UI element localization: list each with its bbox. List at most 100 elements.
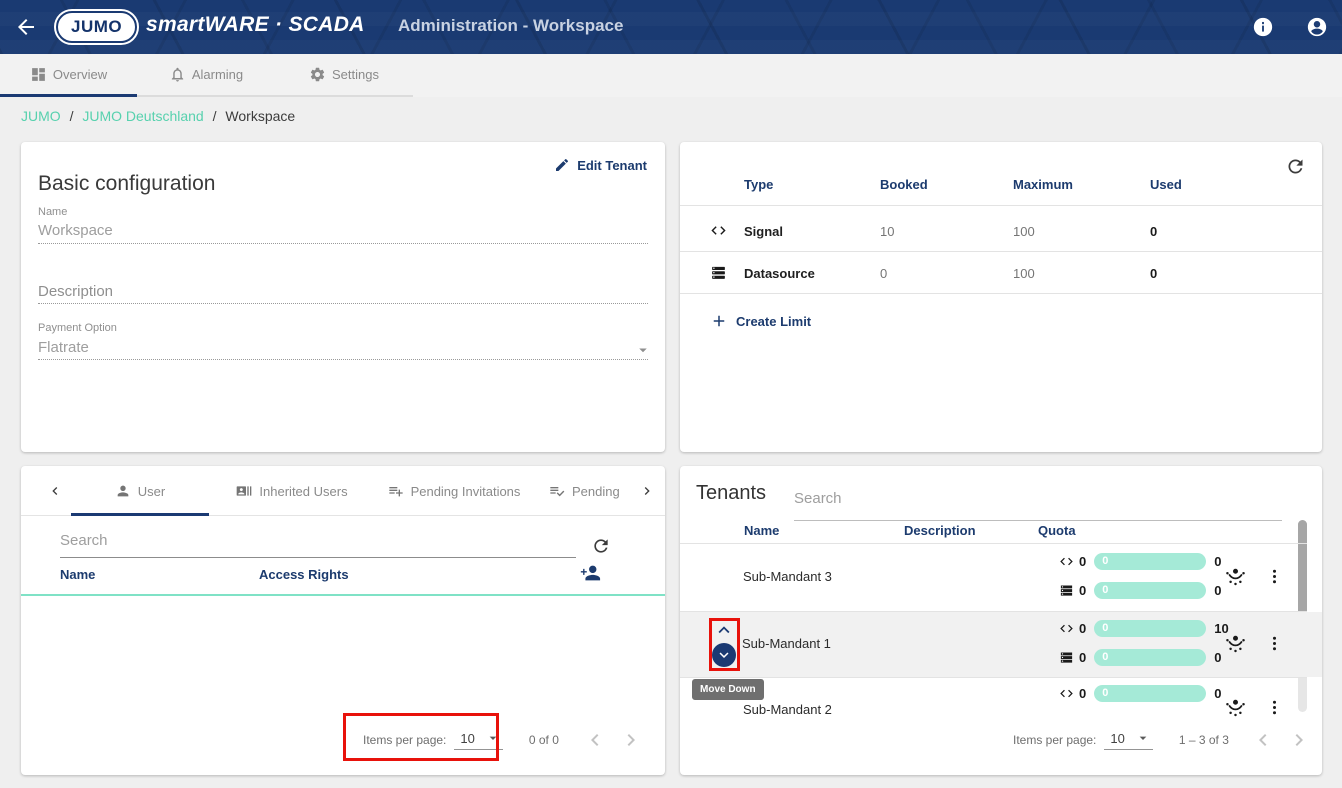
search-underline (60, 557, 576, 558)
manage-users-icon[interactable] (1224, 632, 1247, 655)
limit-maximum: 100 (1013, 266, 1035, 281)
playlist-add-icon (388, 483, 404, 499)
account-icon[interactable] (1306, 16, 1328, 38)
more-vert-icon[interactable] (1265, 634, 1284, 653)
users-paginator: Items per page: 10 0 of 0 (363, 728, 643, 752)
code-icon (1059, 621, 1074, 636)
page-next-icon[interactable] (619, 728, 643, 752)
breadcrumb-separator: / (70, 108, 74, 124)
back-icon[interactable] (14, 15, 38, 39)
person-icon (115, 483, 131, 499)
datasource-icon (1059, 583, 1074, 598)
quota-datasource-line: 0 0 0 (1059, 582, 1221, 599)
users-header-teal-line (21, 594, 665, 596)
breadcrumb-jumo[interactable]: JUMO (21, 108, 61, 124)
edit-tenant-label: Edit Tenant (577, 158, 647, 173)
quota-signal-line: 0 0 0 (1059, 685, 1221, 702)
bell-icon (169, 66, 186, 83)
quota-bar: 0 (1094, 620, 1206, 637)
tab-overview[interactable]: Overview (0, 54, 137, 95)
page-prev-icon[interactable] (1251, 728, 1275, 752)
pencil-icon (554, 157, 570, 173)
signal-code-icon (710, 222, 727, 239)
payment-dropdown-caret-icon[interactable] (634, 341, 652, 359)
create-limit-label: Create Limit (736, 314, 811, 329)
users-page-range: 0 of 0 (529, 733, 559, 747)
tab-settings[interactable]: Settings (275, 54, 413, 95)
tab-alarming[interactable]: Alarming (137, 54, 275, 95)
tenants-title: Tenants (696, 482, 766, 505)
code-icon (1059, 686, 1074, 701)
tab-pending-label: Pending (572, 484, 620, 499)
tenants-col-quota: Quota (1038, 523, 1076, 538)
app-bar: JUMO smartWARE · SCADA Administration - … (0, 0, 1342, 54)
tabs-scroll-right-icon[interactable] (639, 483, 655, 499)
create-limit-button[interactable]: Create Limit (710, 312, 811, 330)
edit-tenant-button[interactable]: Edit Tenant (554, 157, 647, 173)
divider (680, 543, 1307, 544)
page-prev-icon[interactable] (583, 728, 607, 752)
limits-col-maximum: Maximum (1013, 177, 1073, 192)
add-user-icon[interactable] (579, 562, 601, 584)
quota-bar: 0 (1094, 649, 1206, 666)
tabs-scroll-left-icon[interactable] (47, 483, 63, 499)
manage-users-icon[interactable] (1224, 565, 1247, 588)
limit-used: 0 (1150, 224, 1157, 239)
select-caret-icon (485, 730, 501, 746)
name-field-value[interactable]: Workspace (38, 222, 113, 239)
active-user-tab-indicator (71, 513, 209, 516)
datasource-icon (1059, 650, 1074, 665)
info-icon[interactable] (1252, 16, 1274, 38)
tenants-card: Tenants Name Description Quota Sub-Manda… (680, 466, 1322, 775)
items-per-page-label: Items per page: (363, 733, 446, 747)
items-per-page-label: Items per page: (1013, 733, 1096, 747)
tab-inherited-users[interactable]: Inherited Users (217, 466, 367, 516)
tab-overview-label: Overview (53, 67, 107, 82)
tab-pending[interactable]: Pending (549, 466, 639, 516)
tenants-search-input[interactable] (794, 490, 1234, 507)
users-card: User Inherited Users Pending Invitations… (21, 466, 665, 775)
items-per-page-select[interactable]: 10 (1104, 730, 1152, 750)
breadcrumb: JUMO / JUMO Deutschland / Workspace (21, 108, 295, 124)
limits-card: Type Booked Maximum Used Signal 10 100 0… (680, 142, 1322, 452)
breadcrumb-current: Workspace (225, 108, 295, 124)
inherited-users-icon (236, 483, 252, 499)
tab-user[interactable]: User (71, 466, 209, 516)
more-vert-icon[interactable] (1265, 567, 1284, 586)
move-down-button[interactable] (712, 643, 736, 667)
basic-config-title: Basic configuration (38, 172, 215, 196)
refresh-icon[interactable] (1285, 156, 1306, 177)
tenant-row-clipped: Sub-Mandant 2 0 0 0 (680, 678, 1322, 718)
quota-signal-line: 0 0 0 (1059, 553, 1221, 570)
manage-users-icon[interactable] (1224, 696, 1247, 718)
tenants-page-range: 1 – 3 of 3 (1179, 733, 1229, 747)
limits-col-used: Used (1150, 177, 1182, 192)
items-per-page-select[interactable]: 10 (454, 730, 502, 750)
page-next-icon[interactable] (1287, 728, 1311, 752)
divider (680, 205, 1322, 206)
tenants-col-description: Description (904, 523, 976, 538)
tenants-paginator: Items per page: 10 1 – 3 of 3 (1013, 728, 1311, 752)
tab-pending-invitations[interactable]: Pending Invitations (373, 466, 535, 516)
playlist-check-icon (549, 483, 565, 499)
quota-bar: 0 (1094, 685, 1206, 702)
description-field-label[interactable]: Description (38, 283, 113, 300)
datasource-icon (710, 264, 727, 281)
users-col-name: Name (60, 567, 95, 582)
more-vert-icon[interactable] (1265, 698, 1284, 717)
tenants-col-name: Name (744, 523, 779, 538)
tab-user-label: User (138, 484, 165, 499)
tab-inherited-users-label: Inherited Users (259, 484, 347, 499)
breadcrumb-separator: / (213, 108, 217, 124)
users-tab-row: User Inherited Users Pending Invitations… (21, 466, 665, 516)
breadcrumb-jumo-deutschland[interactable]: JUMO Deutschland (82, 108, 203, 124)
payment-option-value[interactable]: Flatrate (38, 339, 89, 356)
users-refresh-icon[interactable] (591, 536, 611, 556)
payment-option-label: Payment Option (38, 322, 117, 334)
move-up-icon[interactable] (713, 619, 735, 641)
jumo-logo-text: JUMO (71, 17, 122, 37)
basic-configuration-card: Edit Tenant Basic configuration Name Wor… (21, 142, 665, 452)
users-search-input[interactable] (60, 532, 540, 549)
tenant-name: Sub-Mandant 2 (743, 702, 832, 717)
page-title: Administration - Workspace (398, 16, 623, 36)
